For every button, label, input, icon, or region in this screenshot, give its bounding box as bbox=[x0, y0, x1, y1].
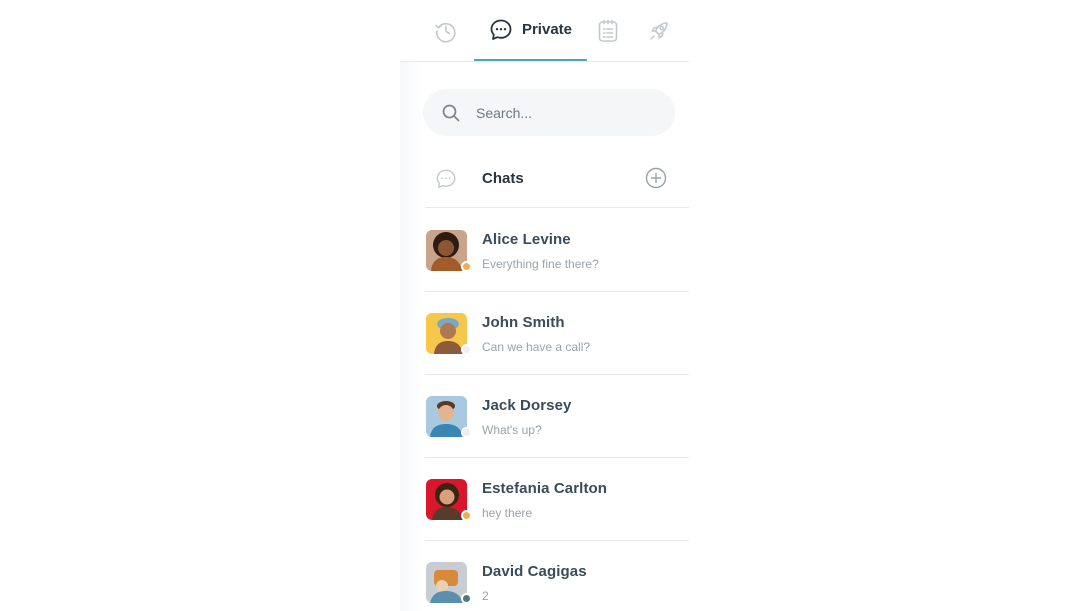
chat-name: Estefania Carlton bbox=[482, 480, 608, 497]
tab-private-label: Private bbox=[521, 21, 573, 38]
chat-preview: Everything fine there? bbox=[482, 257, 599, 271]
chat-list: Alice Levine Everything fine there? John… bbox=[425, 209, 689, 611]
clock-icon bbox=[435, 22, 456, 42]
chat-preview: 2 bbox=[482, 589, 489, 603]
status-dot bbox=[461, 427, 472, 438]
chat-item[interactable]: Alice Levine Everything fine there? bbox=[425, 209, 689, 292]
status-dot bbox=[461, 344, 472, 355]
chats-title: Chats bbox=[482, 170, 524, 187]
chat-item[interactable]: John Smith Can we have a call? bbox=[425, 292, 689, 375]
chat-item[interactable]: David Cagigas 2 bbox=[425, 541, 689, 611]
rocket-icon bbox=[650, 21, 668, 40]
chat-name: Alice Levine bbox=[482, 231, 571, 248]
search-bar bbox=[423, 89, 675, 136]
search-input[interactable] bbox=[476, 104, 656, 121]
tab-notes[interactable] bbox=[597, 0, 619, 61]
tab-private[interactable]: Private bbox=[474, 0, 587, 61]
chat-preview: hey there bbox=[482, 506, 533, 520]
chat-name: David Cagigas bbox=[482, 563, 587, 580]
chat-name: John Smith bbox=[482, 314, 565, 331]
status-dot bbox=[461, 510, 472, 521]
tab-rocket[interactable] bbox=[648, 0, 670, 61]
chat-preview: What's up? bbox=[482, 423, 542, 437]
chats-section-header: Chats bbox=[425, 160, 689, 208]
status-dot bbox=[461, 261, 472, 272]
search-icon bbox=[442, 104, 460, 121]
clipboard-list-icon bbox=[598, 19, 618, 42]
plus-circle-icon[interactable] bbox=[645, 167, 667, 189]
chat-preview: Can we have a call? bbox=[482, 340, 591, 354]
sidebar-shade bbox=[400, 62, 424, 611]
chat-bubble-icon bbox=[436, 169, 456, 188]
tab-history[interactable] bbox=[433, 0, 459, 61]
tab-bar: Private bbox=[400, 0, 689, 62]
chat-bubble-icon bbox=[490, 19, 512, 40]
status-dot bbox=[461, 593, 472, 604]
chat-item[interactable]: Jack Dorsey What's up? bbox=[425, 375, 689, 458]
chat-name: Jack Dorsey bbox=[482, 397, 572, 414]
chat-item[interactable]: Estefania Carlton hey there bbox=[425, 458, 689, 541]
